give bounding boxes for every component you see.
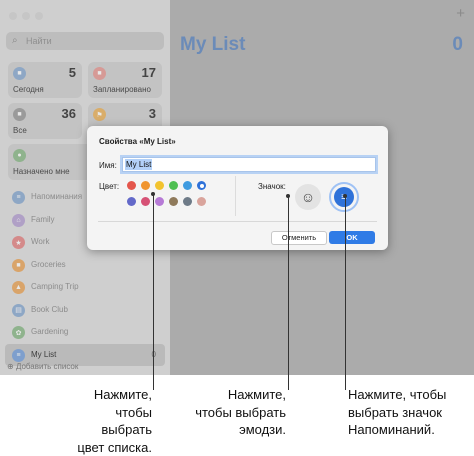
- list-item-label: My List: [31, 350, 56, 359]
- smart-list-scheduled[interactable]: ■ 17 Запланировано: [88, 62, 162, 98]
- list-title: My List: [180, 34, 245, 56]
- search-field[interactable]: ⌕ Найти: [6, 32, 164, 50]
- name-value: My List: [125, 159, 152, 170]
- caption-line: Напоминаний.: [348, 421, 473, 439]
- zoom-window-button[interactable]: [35, 12, 43, 20]
- smiley-icon: ☺: [301, 189, 315, 205]
- list-item-label: Family: [31, 215, 55, 224]
- list-info-dialog: Свойства «My List» Имя: My List Цвет: Зн…: [87, 126, 388, 250]
- window-controls: [9, 12, 43, 20]
- color-swatch-purple[interactable]: [155, 197, 164, 206]
- emoji-button[interactable]: ☺: [295, 184, 321, 210]
- color-swatch-orange[interactable]: [141, 181, 150, 190]
- tent-icon: ▲: [12, 281, 25, 294]
- list-item[interactable]: ■ Groceries: [0, 254, 170, 277]
- color-swatch-yellow[interactable]: [155, 181, 164, 190]
- list-count: 0: [452, 34, 463, 56]
- tray-icon: ■: [13, 108, 26, 121]
- smart-list-label: Запланировано: [93, 85, 151, 94]
- smart-list-count: 17: [142, 65, 156, 80]
- list-item-label: Book Club: [31, 305, 68, 314]
- callout-dot-emoji: [286, 194, 290, 198]
- list-item-label: Gardening: [31, 327, 68, 336]
- caption-icon: Нажмите, чтобы выбрать значок Напоминани…: [348, 386, 473, 439]
- calendar-today-icon: ■: [13, 67, 26, 80]
- color-label: Цвет:: [99, 182, 119, 191]
- ok-button[interactable]: OK: [329, 231, 375, 244]
- star-icon: ★: [12, 236, 25, 249]
- add-list-button[interactable]: ⊕ Добавить список: [7, 362, 78, 371]
- list-item-label: Camping Trip: [31, 282, 79, 291]
- caption-line: выбрать значок: [348, 404, 473, 422]
- icon-label: Значок:: [258, 182, 286, 191]
- color-swatch-brown[interactable]: [169, 197, 178, 206]
- color-swatch-light-blue[interactable]: [183, 181, 192, 190]
- close-window-button[interactable]: [9, 12, 17, 20]
- add-reminder-button[interactable]: +: [456, 5, 465, 22]
- minimize-window-button[interactable]: [22, 12, 30, 20]
- color-swatch-pink[interactable]: [141, 197, 150, 206]
- plus-circle-icon: ⊕: [7, 362, 14, 371]
- caption-line: Нажмите, чтобы: [348, 386, 473, 404]
- calendar-scheduled-icon: ■: [93, 67, 106, 80]
- smart-list-count: 3: [149, 106, 156, 121]
- divider: [98, 221, 377, 222]
- add-list-label: Добавить список: [16, 362, 78, 371]
- name-label: Имя:: [99, 161, 117, 170]
- search-icon: ⌕: [12, 35, 18, 46]
- caption-line: Нажмите,: [64, 386, 152, 404]
- book-icon: ▤: [12, 304, 25, 317]
- leaf-icon: ✿: [12, 326, 25, 339]
- color-swatch-beige[interactable]: [197, 197, 206, 206]
- name-field[interactable]: My List: [122, 157, 376, 172]
- list-item-label: Groceries: [31, 260, 66, 269]
- caption-emoji: Нажмите, чтобы выбрать эмодзи.: [184, 386, 286, 439]
- cart-icon: ■: [12, 259, 25, 272]
- search-placeholder: Найти: [26, 36, 52, 46]
- caption-color: Нажмите, чтобы выбрать цвет списка.: [64, 386, 152, 456]
- caption-line: чтобы выбрать: [184, 404, 286, 422]
- list-item[interactable]: ✿ Gardening: [0, 321, 170, 344]
- smart-list-today[interactable]: ■ 5 Сегодня: [8, 62, 82, 98]
- caption-line: эмодзи.: [184, 421, 286, 439]
- dialog-title: Свойства «My List»: [99, 137, 176, 146]
- color-swatch-gray[interactable]: [183, 197, 192, 206]
- color-swatch-indigo[interactable]: [127, 197, 136, 206]
- callout-line-icon: [345, 196, 346, 390]
- smart-list-all[interactable]: ■ 36 Все: [8, 103, 82, 139]
- divider: [235, 176, 236, 216]
- list-item-label: Напоминания: [31, 192, 82, 201]
- callout-line-color: [153, 194, 154, 390]
- caption-line: цвет списка.: [64, 439, 152, 456]
- color-swatch-red[interactable]: [127, 181, 136, 190]
- list-item[interactable]: ▲ Camping Trip: [0, 276, 170, 299]
- caption-line: Нажмите,: [184, 386, 286, 404]
- smart-list-count: 36: [62, 106, 76, 121]
- reminders-window: ⌕ Найти ■ 5 Сегодня ■ 17 Запланировано ■…: [0, 0, 474, 375]
- list-item[interactable]: ▤ Book Club: [0, 299, 170, 322]
- cancel-button[interactable]: Отменить: [271, 231, 327, 245]
- list-item-label: Work: [31, 237, 50, 246]
- house-icon: ⌂: [12, 214, 25, 227]
- flag-icon: ⚑: [93, 108, 106, 121]
- callout-dot-icon: [343, 194, 347, 198]
- color-swatch-blue-selected[interactable]: [197, 181, 206, 190]
- smart-list-count: 5: [69, 65, 76, 80]
- caption-line: чтобы выбрать: [64, 404, 152, 439]
- list-icon: ≡: [12, 349, 25, 362]
- person-icon: ●: [13, 149, 26, 162]
- smart-list-label: Сегодня: [13, 85, 44, 94]
- smart-list-label: Все: [13, 126, 27, 135]
- color-swatch-green[interactable]: [169, 181, 178, 190]
- list-icon: ≡: [12, 191, 25, 204]
- callout-dot-color: [151, 192, 155, 196]
- callout-line-emoji: [288, 196, 289, 390]
- smart-list-label: Назначено мне: [13, 167, 70, 176]
